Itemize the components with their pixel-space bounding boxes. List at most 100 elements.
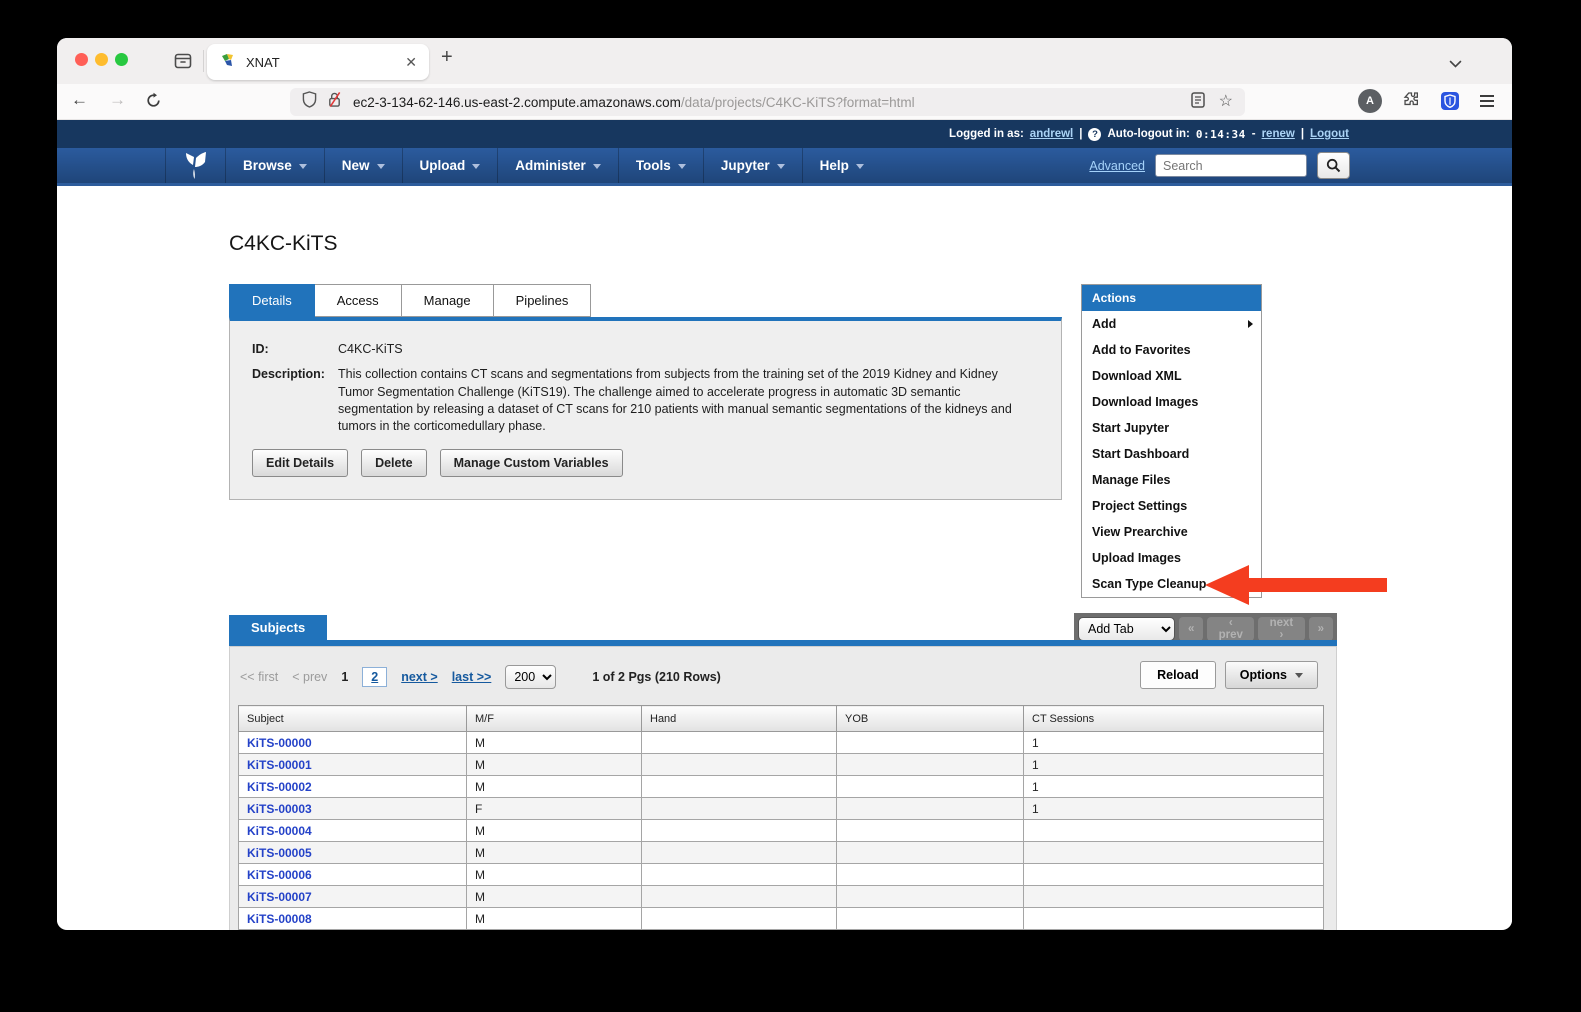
logout-link[interactable]: Logout (1310, 128, 1349, 140)
renew-link[interactable]: renew (1262, 128, 1295, 140)
autologout-label: Auto-logout in: (1107, 128, 1189, 140)
page-title: C4KC-KiTS (229, 232, 338, 256)
col-yob[interactable]: YOB (837, 706, 1024, 732)
tab-last-button[interactable]: » (1309, 617, 1333, 641)
zoom-window-button[interactable] (115, 53, 128, 66)
nav-menu-administer[interactable]: Administer (497, 148, 618, 183)
pagination-last[interactable]: last >> (452, 670, 492, 684)
action-download-xml[interactable]: Download XML (1082, 363, 1261, 389)
nav-menu-help[interactable]: Help (802, 148, 881, 183)
subjects-panel: << first < prev 1 2 next > last >> 200 1… (229, 646, 1337, 930)
account-icon[interactable]: A (1358, 89, 1382, 113)
subject-link[interactable]: KiTS-00006 (247, 868, 312, 882)
hand-cell (642, 864, 837, 886)
subject-link[interactable]: KiTS-00002 (247, 780, 312, 794)
tab-subjects[interactable]: Subjects (229, 615, 327, 640)
hand-cell (642, 732, 837, 754)
action-start-jupyter[interactable]: Start Jupyter (1082, 415, 1261, 441)
pagination-page-2[interactable]: 2 (362, 667, 387, 687)
logged-in-label: Logged in as: (949, 128, 1024, 140)
chevron-down-icon (299, 164, 307, 169)
extensions-puzzle-icon[interactable] (1402, 90, 1420, 113)
col-hand[interactable]: Hand (642, 706, 837, 732)
table-row: KiTS-00000 M 1 (239, 732, 1324, 754)
yob-cell (837, 732, 1024, 754)
mf-cell: M (467, 776, 642, 798)
reload-icon[interactable] (145, 92, 162, 114)
address-bar[interactable]: ec2-3-134-62-146.us-east-2.compute.amazo… (290, 88, 1245, 116)
tab-next-button[interactable]: next › (1258, 617, 1304, 641)
delete-button[interactable]: Delete (361, 449, 427, 477)
tab-overview-icon[interactable] (173, 51, 193, 76)
close-tab-icon[interactable]: ✕ (405, 54, 417, 71)
action-view-prearchive[interactable]: View Prearchive (1082, 519, 1261, 545)
tab-prev-button[interactable]: ‹ prev (1207, 617, 1254, 641)
search-button[interactable] (1317, 152, 1350, 179)
chevron-down-icon (856, 164, 864, 169)
col-mf[interactable]: M/F (467, 706, 642, 732)
close-window-button[interactable] (75, 53, 88, 66)
back-icon[interactable]: ← (71, 90, 88, 110)
rows-per-page-select[interactable]: 200 (505, 665, 556, 689)
add-tab-select[interactable]: Add Tab (1078, 617, 1175, 641)
bookmark-star-icon[interactable]: ☆ (1219, 94, 1233, 110)
options-button[interactable]: Options (1225, 661, 1318, 689)
subject-link[interactable]: KiTS-00004 (247, 824, 312, 838)
subject-link[interactable]: KiTS-00005 (247, 846, 312, 860)
help-question-icon[interactable]: ? (1088, 128, 1101, 141)
subject-link[interactable]: KiTS-00003 (247, 802, 312, 816)
tracking-protection-shield-icon[interactable] (302, 91, 317, 113)
ct-sessions-cell (1024, 820, 1324, 842)
nav-menu-new[interactable]: New (324, 148, 402, 183)
subject-cell: KiTS-00008 (239, 908, 467, 930)
browser-url-bar: ← → ec2-3-134-62-146.us-east-2.compute.a… (57, 84, 1512, 120)
col-subject[interactable]: Subject (239, 706, 467, 732)
new-tab-button[interactable]: + (441, 46, 453, 69)
password-manager-shield-icon[interactable] (1440, 91, 1460, 111)
insecure-lock-icon[interactable] (327, 91, 342, 113)
minimize-window-button[interactable] (95, 53, 108, 66)
tab-manage[interactable]: Manage (402, 284, 494, 317)
subject-link[interactable]: KiTS-00001 (247, 758, 312, 772)
list-tabs-chevron-icon[interactable] (1449, 56, 1462, 74)
yob-cell (837, 864, 1024, 886)
browser-tab-xnat[interactable]: XNAT ✕ (207, 44, 429, 80)
reload-button[interactable]: Reload (1140, 661, 1216, 689)
tab-first-button[interactable]: « (1179, 617, 1203, 641)
action-start-dashboard[interactable]: Start Dashboard (1082, 441, 1261, 467)
col-ct-sessions[interactable]: CT Sessions (1024, 706, 1324, 732)
subject-link[interactable]: KiTS-00008 (247, 912, 312, 926)
pagination-next[interactable]: next > (401, 670, 437, 684)
dash: - (1252, 128, 1256, 140)
search-input[interactable] (1155, 154, 1307, 177)
edit-details-button[interactable]: Edit Details (252, 449, 348, 477)
nav-menu-jupyter[interactable]: Jupyter (703, 148, 802, 183)
subject-link[interactable]: KiTS-00000 (247, 736, 312, 750)
action-project-settings[interactable]: Project Settings (1082, 493, 1261, 519)
url-text: ec2-3-134-62-146.us-east-2.compute.amazo… (353, 95, 1191, 110)
action-download-images[interactable]: Download Images (1082, 389, 1261, 415)
forward-icon[interactable]: → (109, 90, 126, 110)
ct-sessions-cell: 1 (1024, 776, 1324, 798)
subject-cell: KiTS-00003 (239, 798, 467, 820)
ct-sessions-cell: 1 (1024, 754, 1324, 776)
mf-cell: M (467, 908, 642, 930)
nav-menu-tools[interactable]: Tools (618, 148, 703, 183)
nav-menu-upload[interactable]: Upload (402, 148, 498, 183)
menu-hamburger-icon[interactable] (1480, 95, 1494, 107)
tab-pipelines[interactable]: Pipelines (494, 284, 592, 317)
reader-mode-icon[interactable] (1191, 92, 1205, 113)
action-add[interactable]: Add (1082, 311, 1261, 337)
manage-custom-variables-button[interactable]: Manage Custom Variables (440, 449, 623, 477)
xnat-logo[interactable] (165, 148, 225, 183)
advanced-search-link[interactable]: Advanced (1089, 159, 1145, 173)
tab-access[interactable]: Access (315, 284, 402, 317)
action-add-to-favorites[interactable]: Add to Favorites (1082, 337, 1261, 363)
tab-details[interactable]: Details (229, 284, 315, 317)
subject-link[interactable]: KiTS-00007 (247, 890, 312, 904)
action-manage-files[interactable]: Manage Files (1082, 467, 1261, 493)
subject-cell: KiTS-00001 (239, 754, 467, 776)
nav-menu-browse[interactable]: Browse (225, 148, 324, 183)
username-link[interactable]: andrewl (1030, 128, 1073, 140)
yob-cell (837, 820, 1024, 842)
